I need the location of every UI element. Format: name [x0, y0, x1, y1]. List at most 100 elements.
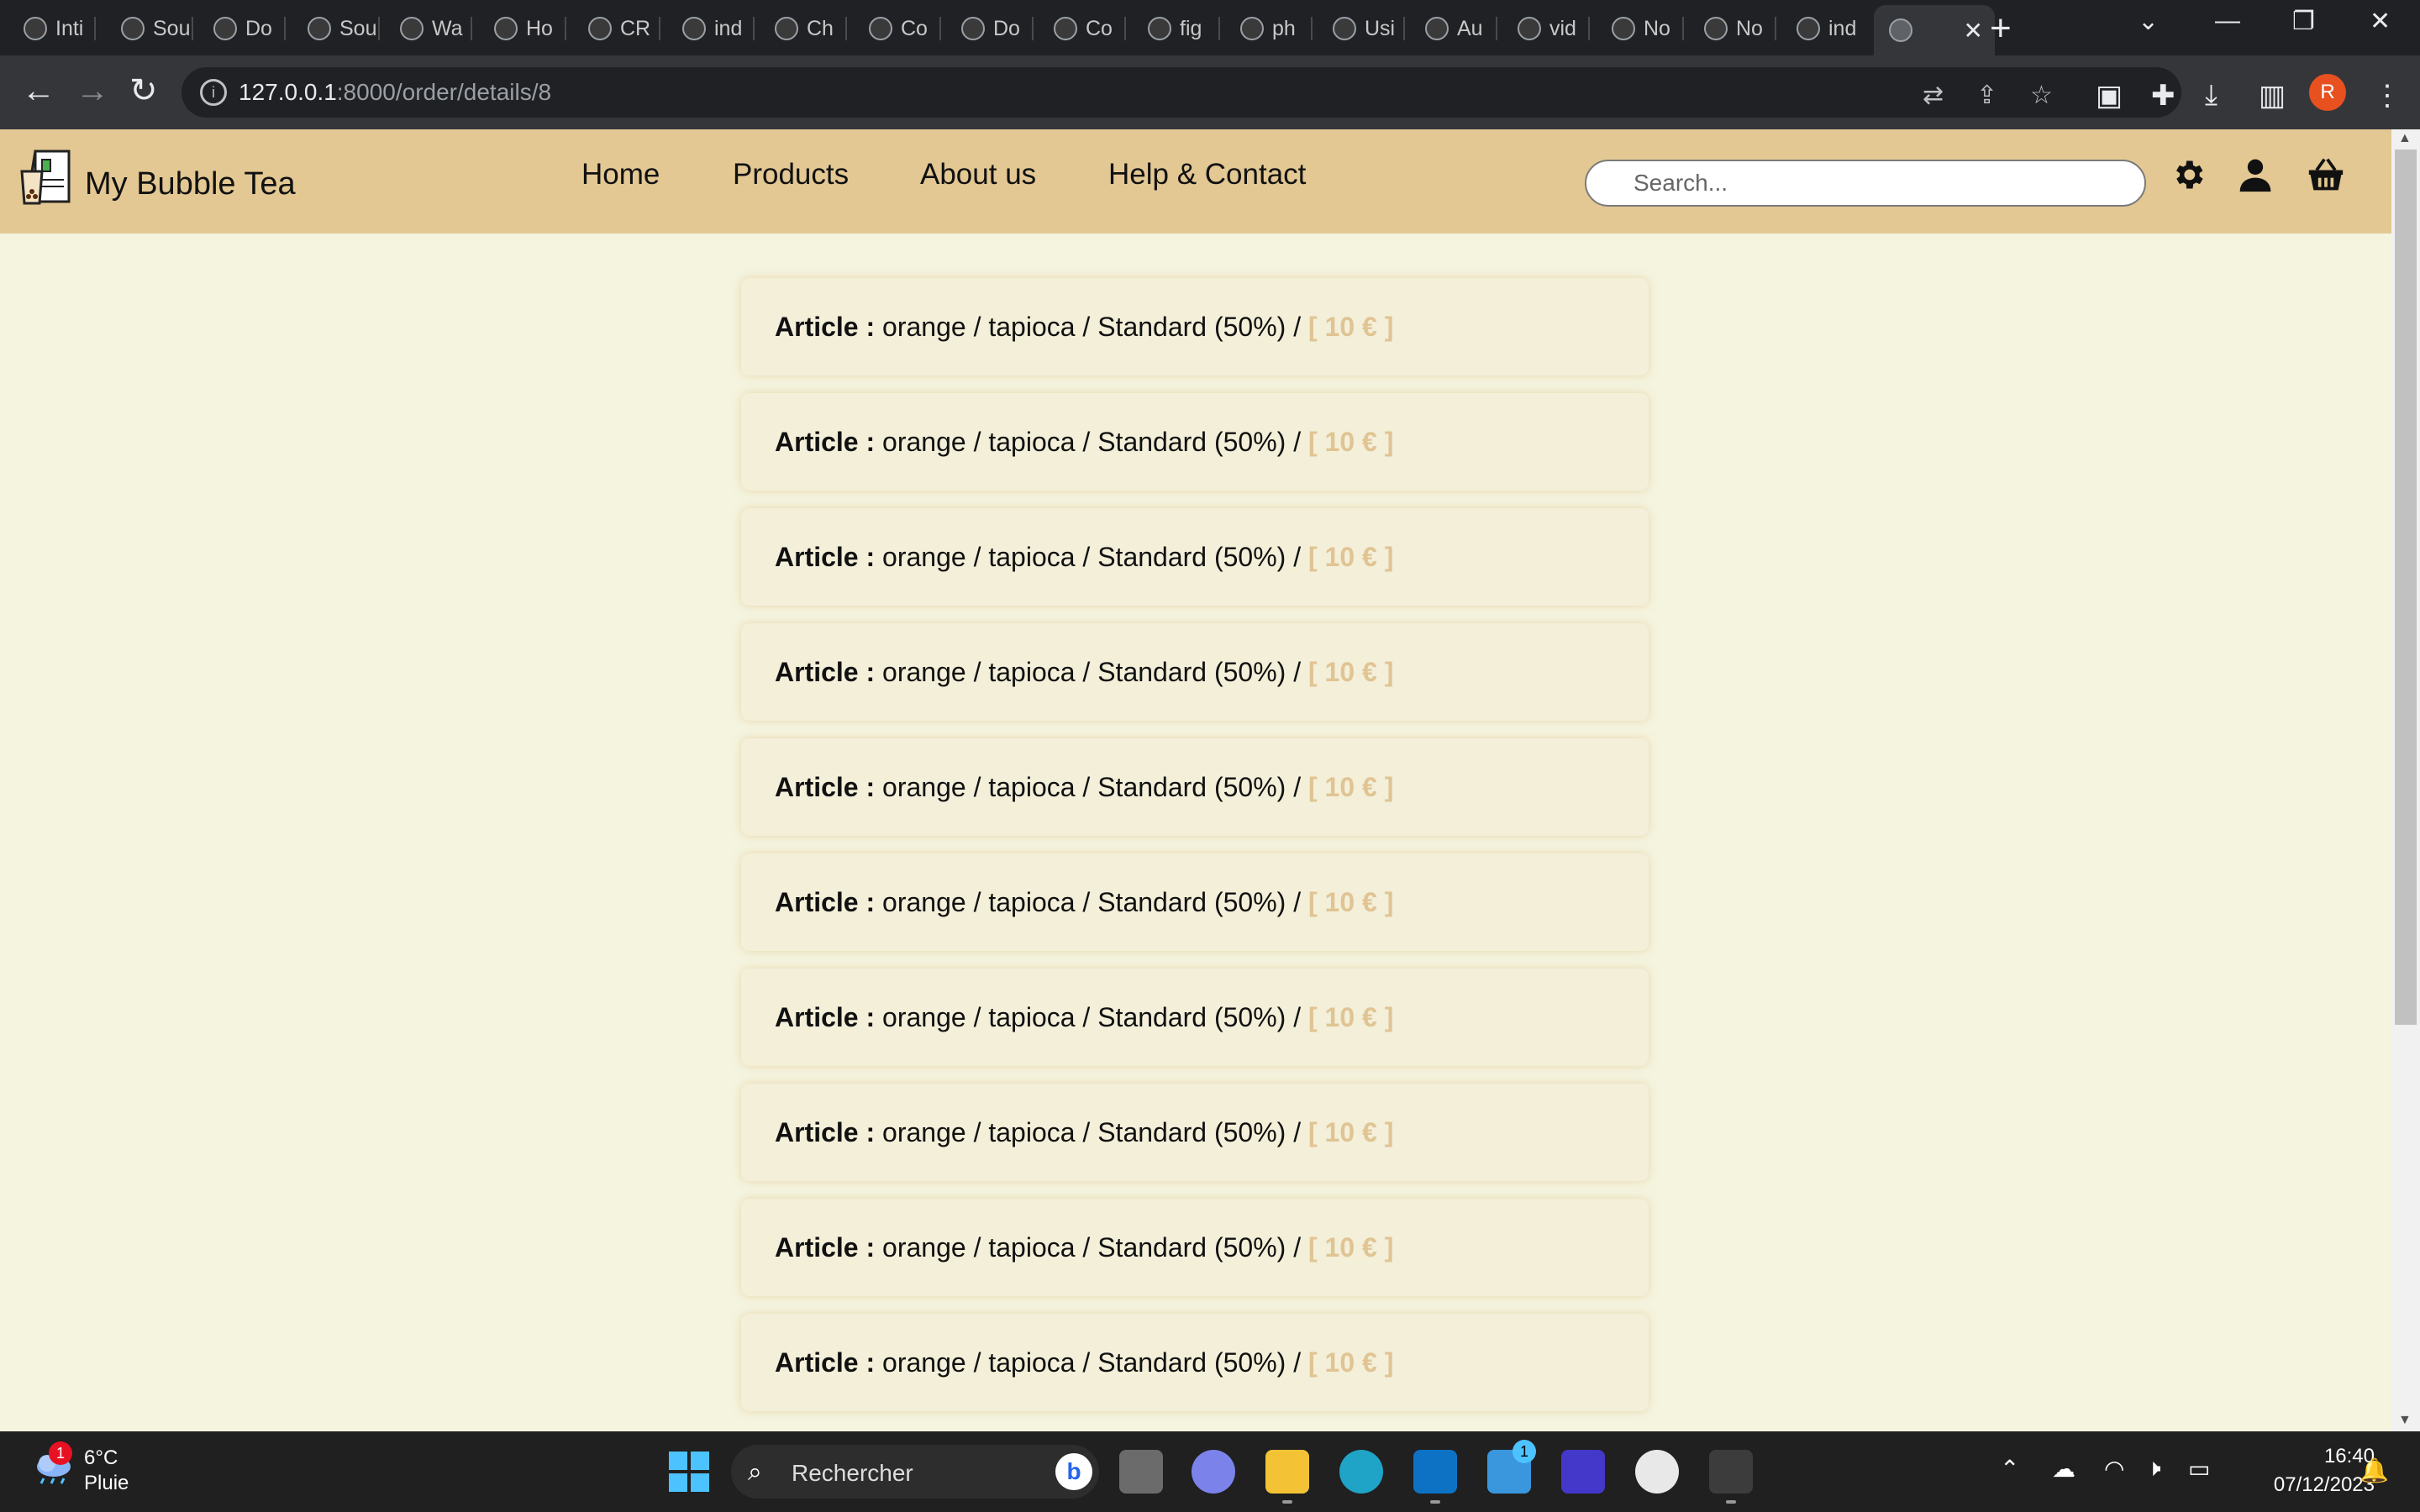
nav-home[interactable]: Home [581, 158, 660, 192]
article-description: orange / tapioca / Standard (50%) / [882, 541, 1302, 572]
wifi-icon[interactable]: ◠ [2104, 1455, 2124, 1483]
browser-tab[interactable]: Inti [24, 8, 96, 49]
browser-tab[interactable]: Co [1054, 8, 1126, 49]
browser-tab[interactable]: Wa [400, 8, 472, 49]
chrome-icon[interactable] [1635, 1450, 1679, 1494]
shopping-basket-icon[interactable] [2307, 156, 2344, 193]
address-bar[interactable]: i 127.0.0.1:8000/order/details/8 ⇄ ⇪ ☆ [182, 67, 2181, 118]
profile-avatar[interactable]: R [2309, 74, 2346, 111]
bubble-tea-logo-icon[interactable] [18, 146, 74, 207]
browser-tab[interactable]: vid [1518, 8, 1590, 49]
browser-tab[interactable]: ind [682, 8, 755, 49]
search-input[interactable] [1585, 160, 2146, 207]
scrollbar-thumb[interactable] [2395, 150, 2417, 1025]
browser-toolbar: ← → ↻ i 127.0.0.1:8000/order/details/8 ⇄… [0, 55, 2420, 129]
picture-in-picture-icon[interactable]: ▣ [2096, 79, 2123, 113]
favicon-icon [1240, 17, 1264, 40]
order-item-card: Article : orange / tapioca / Standard (5… [741, 623, 1649, 721]
tab-title: Co [901, 16, 928, 40]
tab-title: vid [1549, 16, 1576, 40]
task-view-icon[interactable] [1119, 1450, 1163, 1494]
tab-title: Ch [807, 16, 834, 40]
show-hidden-icons-icon[interactable]: ⌃ [2000, 1455, 2019, 1483]
translate-icon[interactable]: ⇄ [1923, 81, 1944, 110]
scroll-down-icon[interactable]: ▼ [2398, 1413, 2412, 1428]
browser-tab[interactable]: No [1612, 8, 1684, 49]
menu-kebab-icon[interactable]: ⋮ [2373, 79, 2402, 113]
tab-search-icon[interactable]: ⌄ [2138, 7, 2159, 36]
favicon-icon [213, 17, 237, 40]
side-panel-icon[interactable]: ▥ [2259, 79, 2286, 113]
minimize-icon[interactable]: — [2215, 7, 2240, 35]
browser-tab[interactable]: Co [869, 8, 941, 49]
browser-tab[interactable]: Ho [494, 8, 566, 49]
terminal-icon[interactable] [1709, 1450, 1753, 1504]
browser-tab[interactable]: Do [213, 8, 286, 49]
nav-products[interactable]: Products [733, 158, 849, 192]
browser-tab[interactable]: Do [961, 8, 1034, 49]
app-icon[interactable] [1561, 1450, 1605, 1494]
weather-temperature[interactable]: 6°C [84, 1446, 118, 1470]
back-icon[interactable]: ← [22, 72, 55, 109]
order-item-card: Article : orange / tapioca / Standard (5… [741, 278, 1649, 375]
file-explorer-icon[interactable] [1265, 1450, 1309, 1504]
article-label: Article : [775, 311, 876, 342]
speaker-muted-icon[interactable]: 🕨 [2146, 1455, 2161, 1483]
article-price: [ 10 € ] [1308, 1116, 1394, 1147]
nav-help-contact[interactable]: Help & Contact [1108, 158, 1306, 192]
page-scrollbar[interactable]: ▲ ▼ [2391, 129, 2420, 1431]
restore-icon[interactable]: ❐ [2292, 7, 2315, 36]
forward-icon[interactable]: → [76, 72, 109, 109]
settings-gear-icon[interactable] [2170, 156, 2207, 193]
browser-tab[interactable]: Sou [121, 8, 193, 49]
extensions-icon[interactable]: ✚ [2151, 79, 2175, 113]
close-tab-icon[interactable]: ✕ [1964, 17, 1983, 45]
browser-tab[interactable]: ph [1240, 8, 1313, 49]
site-info-icon[interactable]: i [200, 79, 227, 106]
weather-condition[interactable]: Pluie [84, 1472, 129, 1495]
tab-title: Do [993, 16, 1020, 40]
download-icon[interactable]: ⤓ [2205, 79, 2217, 112]
browser-tab-strip: Inti Sou Do Sou Wa Ho CR ind Ch Co Do Co… [0, 0, 2420, 55]
scroll-up-icon[interactable]: ▲ [2398, 131, 2412, 146]
user-account-icon[interactable] [2237, 156, 2274, 193]
browser-tab[interactable]: ind [1797, 8, 1864, 49]
bing-icon[interactable]: b [1055, 1453, 1092, 1490]
notification-bell-icon[interactable]: 🔔 [2360, 1457, 2389, 1484]
article-label: Article : [775, 886, 876, 917]
favicon-icon [24, 17, 47, 40]
favicon-icon [308, 17, 331, 40]
clock-date[interactable]: 07/12/2023 [2244, 1473, 2375, 1497]
tab-title: Usi [1365, 16, 1396, 40]
close-window-icon[interactable]: ✕ [2370, 7, 2391, 36]
article-price: [ 10 € ] [1308, 1001, 1394, 1032]
browser-tab-active[interactable]: ✕ [1874, 5, 1995, 55]
site-brand[interactable]: My Bubble Tea [85, 166, 296, 202]
browser-tab[interactable]: Sou [308, 8, 380, 49]
reload-icon[interactable]: ↻ [129, 72, 158, 109]
browser-tab[interactable]: CR [588, 8, 660, 49]
tab-title: Ho [526, 16, 553, 40]
browser-tab[interactable]: Ch [775, 8, 847, 49]
browser-tab[interactable]: fig [1148, 8, 1220, 49]
order-item-card: Article : orange / tapioca / Standard (5… [741, 1314, 1649, 1411]
nav-about-us[interactable]: About us [920, 158, 1036, 192]
url-text[interactable]: 127.0.0.1:8000/order/details/8 [239, 79, 551, 106]
windows-start-icon[interactable] [669, 1452, 709, 1492]
article-description: orange / tapioca / Standard (50%) / [882, 886, 1302, 917]
bookmark-star-icon[interactable]: ☆ [2030, 81, 2053, 110]
tab-title: Wa [432, 16, 463, 40]
onedrive-icon[interactable]: ☁ [2052, 1455, 2075, 1483]
browser-tab[interactable]: No [1704, 8, 1776, 49]
browser-tab[interactable]: Usi [1333, 8, 1405, 49]
browser-tab[interactable]: Au [1425, 8, 1497, 49]
edge-browser-icon[interactable] [1339, 1450, 1383, 1494]
battery-icon[interactable]: ▭ [2188, 1455, 2210, 1483]
share-icon[interactable]: ⇪ [1976, 81, 1997, 110]
vscode-icon[interactable] [1413, 1450, 1457, 1504]
taskbar-search[interactable]: ⌕ Rechercher b [731, 1445, 1099, 1499]
favicon-icon [1148, 17, 1171, 40]
new-tab-icon[interactable]: + [1990, 8, 2012, 49]
teams-chat-icon[interactable] [1192, 1450, 1235, 1494]
order-item-card: Article : orange / tapioca / Standard (5… [741, 969, 1649, 1066]
